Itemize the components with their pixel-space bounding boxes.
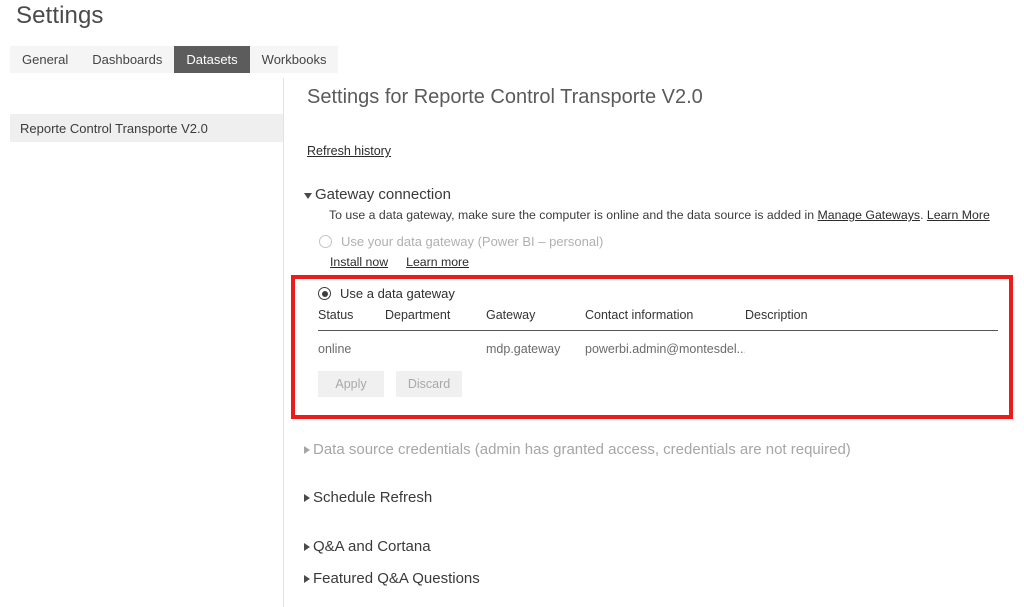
- tab-datasets[interactable]: Datasets: [174, 46, 250, 73]
- table-header-row: Status Department Gateway Contact inform…: [318, 308, 998, 331]
- install-now-link[interactable]: Install now: [330, 255, 388, 269]
- section-schedule-refresh-label: Schedule Refresh: [313, 489, 433, 506]
- column-header-description: Description: [745, 308, 998, 331]
- gateway-description-separator: .: [920, 208, 927, 222]
- column-header-contact-information: Contact information: [585, 308, 745, 331]
- settings-tabbar: General Dashboards Datasets Workbooks: [10, 46, 339, 73]
- radio-personal-gateway[interactable]: Use your data gateway (Power BI – person…: [319, 234, 603, 249]
- manage-gateways-link[interactable]: Manage Gateways: [818, 208, 921, 222]
- column-header-department: Department: [385, 308, 486, 331]
- refresh-history-link[interactable]: Refresh history: [307, 144, 391, 158]
- sidebar-item-dataset[interactable]: Reporte Control Transporte V2.0: [10, 114, 283, 142]
- section-featured-qa-questions-label: Featured Q&A Questions: [313, 570, 480, 587]
- gateway-table: Status Department Gateway Contact inform…: [318, 308, 998, 356]
- page-title: Settings: [16, 2, 104, 29]
- chevron-down-icon: [304, 193, 312, 199]
- section-qa-and-cortana[interactable]: Q&A and Cortana: [304, 538, 431, 555]
- radio-enterprise-gateway-label: Use a data gateway: [340, 286, 455, 301]
- gateway-action-buttons: Apply Discard: [318, 371, 462, 397]
- gateway-description-text: To use a data gateway, make sure the com…: [329, 208, 818, 222]
- column-header-gateway: Gateway: [486, 308, 585, 331]
- radio-icon-enterprise-gateway[interactable]: [318, 287, 331, 300]
- tab-workbooks[interactable]: Workbooks: [249, 46, 339, 73]
- section-gateway-connection[interactable]: Gateway connection: [304, 186, 451, 203]
- section-schedule-refresh[interactable]: Schedule Refresh: [304, 489, 432, 506]
- chevron-right-icon: [304, 575, 310, 583]
- discard-button[interactable]: Discard: [396, 371, 462, 397]
- chevron-right-icon: [304, 446, 310, 454]
- radio-icon-personal-gateway[interactable]: [319, 235, 332, 248]
- chevron-right-icon: [304, 494, 310, 502]
- content-title: Settings for Reporte Control Transporte …: [307, 86, 703, 108]
- section-data-source-credentials[interactable]: Data source credentials (admin has grant…: [304, 441, 851, 458]
- section-qa-and-cortana-label: Q&A and Cortana: [313, 538, 431, 555]
- cell-gateway: mdp.gateway: [486, 342, 561, 356]
- table-row[interactable]: online mdp.gateway powerbi.admin@montesd…: [318, 331, 998, 357]
- cell-contact-information: powerbi.admin@montesdel...: [585, 342, 745, 356]
- column-header-status: Status: [318, 308, 385, 331]
- personal-learn-more-link[interactable]: Learn more: [406, 255, 469, 269]
- cell-description: [745, 331, 998, 357]
- sidebar-item-label: Reporte Control Transporte V2.0: [20, 120, 208, 136]
- personal-gateway-links: Install now Learn more: [330, 255, 469, 269]
- radio-enterprise-gateway[interactable]: Use a data gateway: [318, 286, 455, 301]
- apply-button[interactable]: Apply: [318, 371, 384, 397]
- section-gateway-connection-label: Gateway connection: [315, 186, 451, 203]
- learn-more-link[interactable]: Learn More: [927, 208, 990, 222]
- gateway-description: To use a data gateway, make sure the com…: [329, 208, 990, 222]
- cell-department: [385, 331, 486, 357]
- tab-dashboards[interactable]: Dashboards: [80, 46, 175, 73]
- section-data-source-credentials-label: Data source credentials (admin has grant…: [313, 441, 851, 458]
- dataset-list-pane: Reporte Control Transporte V2.0: [0, 78, 283, 607]
- chevron-right-icon: [304, 543, 310, 551]
- radio-personal-gateway-label: Use your data gateway (Power BI – person…: [341, 234, 604, 249]
- section-featured-qa-questions[interactable]: Featured Q&A Questions: [304, 570, 480, 587]
- cell-status: online: [318, 342, 352, 356]
- tab-general[interactable]: General: [10, 46, 81, 73]
